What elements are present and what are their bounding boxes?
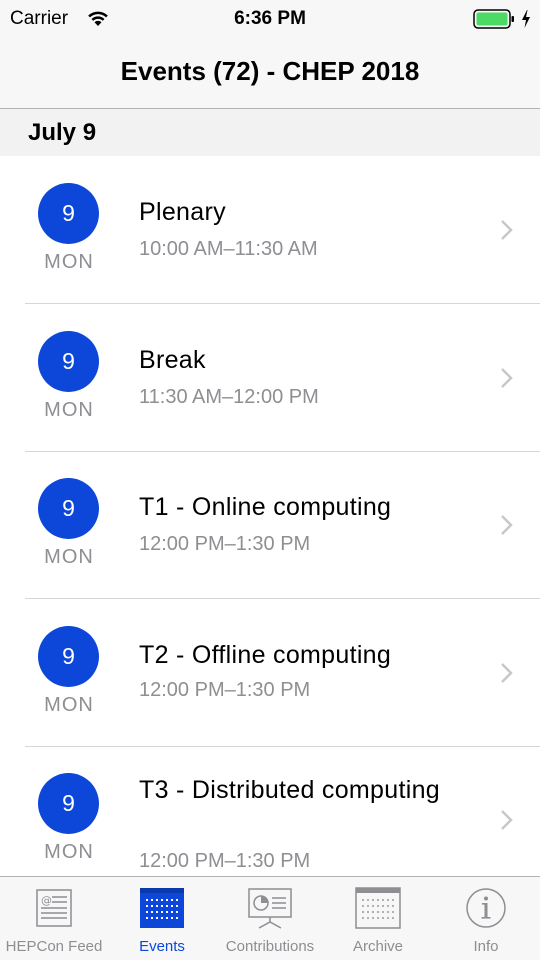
archive-calendar-icon xyxy=(355,887,401,929)
weekday-label: MON xyxy=(44,546,94,568)
tab-label: Archive xyxy=(352,938,404,955)
tab-label: Info xyxy=(473,938,499,955)
presentation-icon xyxy=(248,888,292,929)
calendar-grid-icon xyxy=(140,888,184,928)
page-title: Events (72) - CHEP 2018 xyxy=(120,56,420,86)
svg-text:@: @ xyxy=(41,894,52,907)
event-time: 10:00 AM–11:30 AM xyxy=(139,238,318,260)
event-title: T2 - Offline computing xyxy=(139,641,392,669)
tab-contributions[interactable]: Contributions xyxy=(216,877,324,960)
info-icon xyxy=(466,888,506,928)
day-badge: 9 xyxy=(38,183,99,244)
tab-label: HEPCon Feed xyxy=(5,938,103,955)
chevron-right-icon xyxy=(501,663,513,683)
navigation-bar: Events (72) - CHEP 2018 xyxy=(0,40,540,109)
weekday-label: MON xyxy=(44,399,94,421)
weekday-label: MON xyxy=(44,251,94,273)
event-time: 11:30 AM–12:00 PM xyxy=(139,386,319,408)
tab-bar: @ HEPCon Feed Events Contributions Archi… xyxy=(0,876,540,960)
event-row[interactable]: 9 MON Break 11:30 AM–12:00 PM xyxy=(0,304,540,452)
chevron-right-icon xyxy=(501,368,513,388)
event-row[interactable]: 9 MON T3 - Distributed computing 12:00 P… xyxy=(0,746,540,876)
chevron-right-icon xyxy=(501,515,513,535)
event-row[interactable]: 9 MON T2 - Offline computing 12:00 PM–1:… xyxy=(0,599,540,747)
clock: 6:36 PM xyxy=(234,8,306,29)
chevron-right-icon xyxy=(501,220,513,240)
day-badge: 9 xyxy=(38,478,99,539)
tab-label: Contributions xyxy=(225,938,315,955)
event-time: 12:00 PM–1:30 PM xyxy=(139,679,311,701)
event-title: Plenary xyxy=(139,198,226,226)
weekday-label: MON xyxy=(44,694,94,716)
event-row[interactable]: 9 MON Plenary 10:00 AM–11:30 AM xyxy=(0,156,540,304)
day-badge: 9 xyxy=(38,773,99,834)
tab-archive[interactable]: Archive xyxy=(324,877,432,960)
battery-icon xyxy=(473,9,514,29)
event-time: 12:00 PM–1:30 PM xyxy=(139,533,311,555)
feed-icon: @ xyxy=(36,889,72,927)
section-date-title: July 9 xyxy=(28,119,97,146)
tab-info[interactable]: Info xyxy=(432,877,540,960)
tab-hepcon-feed[interactable]: @ HEPCon Feed xyxy=(0,877,108,960)
event-title: Break xyxy=(139,346,206,374)
chevron-right-icon xyxy=(501,810,513,830)
event-time: 12:00 PM–1:30 PM xyxy=(139,850,311,872)
tab-events[interactable]: Events xyxy=(108,877,216,960)
event-title: T3 - Distributed computing xyxy=(139,776,440,804)
tab-label: Events xyxy=(139,938,185,955)
event-list[interactable]: 9 MON Plenary 10:00 AM–11:30 AM 9 MON Br… xyxy=(0,156,540,876)
day-badge: 9 xyxy=(38,331,99,392)
event-title: T1 - Online computing xyxy=(139,493,392,521)
weekday-label: MON xyxy=(44,841,94,863)
day-badge: 9 xyxy=(38,626,99,687)
charging-bolt-icon xyxy=(522,10,530,28)
event-row[interactable]: 9 MON T1 - Online computing 12:00 PM–1:3… xyxy=(0,451,540,599)
status-bar: Carrier 6:36 PM xyxy=(0,0,540,40)
section-header: July 9 xyxy=(0,109,540,156)
